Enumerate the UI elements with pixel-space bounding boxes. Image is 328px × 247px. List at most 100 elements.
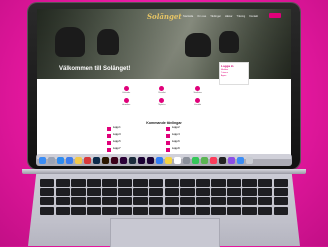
keyboard-key[interactable] bbox=[71, 206, 86, 215]
keyboard-key[interactable] bbox=[133, 179, 148, 187]
keyboard-key[interactable] bbox=[211, 197, 226, 206]
keyboard-key[interactable] bbox=[102, 179, 117, 187]
keyboard-key[interactable] bbox=[180, 188, 195, 197]
keyboard-key[interactable] bbox=[242, 197, 257, 206]
quick-link[interactable]: Kalender bbox=[109, 85, 144, 96]
photos-icon[interactable] bbox=[75, 156, 82, 164]
keyboard-key[interactable] bbox=[242, 206, 257, 215]
nav-item[interactable]: Tävlingar bbox=[210, 15, 221, 18]
keyboard-key[interactable] bbox=[258, 188, 273, 197]
nav-button[interactable] bbox=[269, 13, 281, 18]
keyboard-key[interactable] bbox=[40, 206, 55, 215]
keyboard-key[interactable] bbox=[180, 206, 195, 215]
mail-icon[interactable] bbox=[66, 156, 73, 164]
keyboard-key[interactable] bbox=[164, 188, 179, 197]
keyboard-key[interactable] bbox=[86, 188, 102, 197]
nav-item[interactable]: Hästar bbox=[225, 15, 233, 18]
keyboard-key[interactable] bbox=[195, 197, 211, 206]
keyboard-key[interactable] bbox=[86, 206, 102, 215]
safari-icon[interactable] bbox=[57, 156, 64, 164]
settings-icon[interactable] bbox=[183, 156, 190, 164]
keyboard-key[interactable] bbox=[149, 179, 164, 187]
keyboard-key[interactable] bbox=[226, 179, 242, 187]
keyboard-key[interactable] bbox=[164, 197, 179, 206]
bridge-icon[interactable] bbox=[129, 156, 136, 164]
keyboard-key[interactable] bbox=[258, 179, 273, 187]
race-item[interactable]: Lopp 8 bbox=[166, 147, 217, 152]
quick-link[interactable]: Anmälan bbox=[109, 97, 144, 108]
keyboard-key[interactable] bbox=[180, 179, 195, 187]
keyboard-key[interactable] bbox=[102, 188, 117, 197]
keyboard-key[interactable] bbox=[71, 179, 86, 187]
keyboard-key[interactable] bbox=[211, 179, 226, 187]
premiere-icon[interactable] bbox=[138, 156, 145, 164]
launchpad-icon[interactable] bbox=[48, 156, 55, 164]
keyboard-key[interactable] bbox=[226, 188, 242, 197]
maps-icon[interactable] bbox=[201, 156, 208, 164]
podcasts-icon[interactable] bbox=[228, 156, 235, 164]
keyboard-key[interactable] bbox=[211, 206, 226, 215]
site-logo[interactable]: Solänget bbox=[147, 12, 182, 21]
keyboard-key[interactable] bbox=[133, 197, 148, 206]
keyboard-key[interactable] bbox=[258, 197, 273, 206]
keyboard-key[interactable] bbox=[102, 197, 117, 206]
keyboard-key[interactable] bbox=[164, 206, 179, 215]
race-item[interactable]: Lopp 5 bbox=[107, 140, 158, 145]
keyboard-key[interactable] bbox=[195, 179, 211, 187]
keyboard-key[interactable] bbox=[195, 188, 211, 197]
quick-link[interactable]: Nyheter bbox=[145, 97, 180, 108]
appstore-icon[interactable] bbox=[156, 156, 163, 164]
keyboard-key[interactable] bbox=[242, 188, 257, 197]
photoshop-icon[interactable] bbox=[93, 156, 100, 164]
keyboard-key[interactable] bbox=[180, 197, 195, 206]
keyboard-key[interactable] bbox=[71, 197, 86, 206]
keyboard-key[interactable] bbox=[133, 188, 148, 197]
quick-link[interactable]: Kontakt bbox=[180, 97, 215, 108]
keyboard-key[interactable] bbox=[211, 188, 226, 197]
keyboard-key[interactable] bbox=[117, 197, 133, 206]
trackpad[interactable] bbox=[110, 218, 220, 247]
trash-icon[interactable] bbox=[246, 156, 253, 164]
login-link[interactable]: Medlem bbox=[221, 69, 247, 71]
notes-icon[interactable] bbox=[165, 156, 172, 164]
indesign-icon[interactable] bbox=[111, 156, 118, 164]
keyboard-key[interactable] bbox=[86, 197, 102, 206]
race-item[interactable]: Lopp 3 bbox=[107, 133, 158, 138]
keyboard-key[interactable] bbox=[55, 206, 70, 215]
keyboard-key[interactable] bbox=[242, 179, 257, 187]
keyboard-key[interactable] bbox=[40, 188, 55, 197]
keyboard-key[interactable] bbox=[273, 188, 288, 197]
finder-icon[interactable] bbox=[39, 156, 46, 164]
keyboard-key[interactable] bbox=[273, 179, 288, 187]
keyboard-key[interactable] bbox=[55, 197, 70, 206]
race-item[interactable]: Lopp 4 bbox=[166, 133, 217, 138]
nav-item[interactable]: Om oss bbox=[197, 15, 206, 18]
race-item[interactable]: Lopp 1 bbox=[107, 126, 158, 131]
keyboard-key[interactable] bbox=[133, 206, 148, 215]
keyboard-key[interactable] bbox=[149, 197, 164, 206]
nav-item[interactable]: Startsida bbox=[183, 15, 193, 18]
quick-link[interactable]: Resultat bbox=[145, 85, 180, 96]
race-item[interactable]: Lopp 2 bbox=[166, 126, 217, 131]
race-item[interactable]: Lopp 7 bbox=[107, 147, 158, 152]
xd-icon[interactable] bbox=[120, 156, 127, 164]
keyboard-key[interactable] bbox=[117, 188, 133, 197]
after-effects-icon[interactable] bbox=[147, 156, 154, 164]
quick-link[interactable]: Startlistor bbox=[180, 85, 215, 96]
keyboard-key[interactable] bbox=[117, 206, 133, 215]
keyboard-key[interactable] bbox=[164, 179, 179, 187]
music-icon[interactable] bbox=[210, 156, 217, 164]
login-link[interactable]: Ägare bbox=[221, 75, 247, 77]
keyboard-key[interactable] bbox=[71, 188, 86, 197]
race-item[interactable]: Lopp 6 bbox=[166, 140, 217, 145]
keyboard-key[interactable] bbox=[149, 188, 164, 197]
messages-icon[interactable] bbox=[192, 156, 199, 164]
keyboard-key[interactable] bbox=[55, 179, 70, 187]
illustrator-icon[interactable] bbox=[102, 156, 109, 164]
keyboard-key[interactable] bbox=[273, 206, 288, 215]
nav-item[interactable]: Kontakt bbox=[249, 15, 258, 18]
keyboard-key[interactable] bbox=[273, 197, 288, 206]
keyboard-key[interactable] bbox=[102, 206, 117, 215]
keyboard-key[interactable] bbox=[195, 206, 211, 215]
keyboard-key[interactable] bbox=[55, 188, 70, 197]
